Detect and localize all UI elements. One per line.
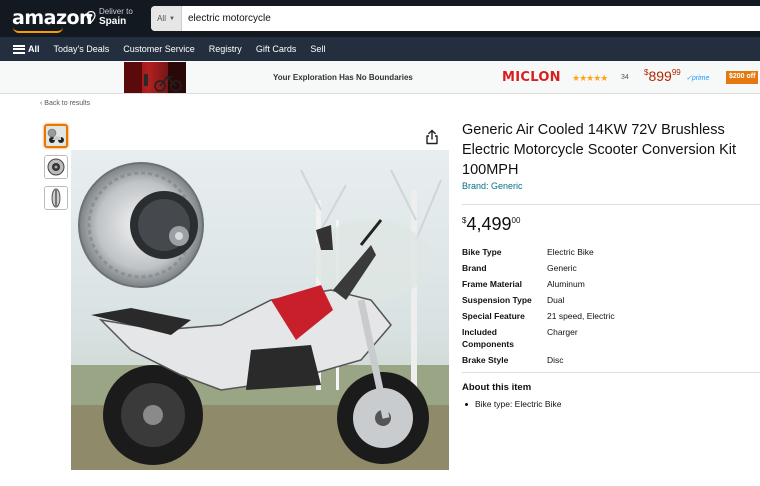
star-rating-icon[interactable]: ★★★★★ [572, 73, 608, 84]
nav-gift-cards[interactable]: Gift Cards [256, 44, 297, 54]
sub-nav-bar: All Today's Deals Customer Service Regis… [0, 37, 760, 61]
amazon-logo-smile [13, 27, 63, 33]
divider [462, 372, 760, 373]
search-category-label: All [157, 14, 166, 23]
search-bar: All ▼ [151, 6, 760, 31]
brand-link[interactable]: Brand: Generic [462, 181, 523, 191]
spec-value: Charger [547, 327, 578, 337]
spec-value: Dual [547, 295, 565, 305]
product-title: Generic Air Cooled 14KW 72V Brushless El… [462, 122, 736, 178]
chevron-down-icon: ▼ [168, 15, 175, 22]
thumbnail-3-image [45, 187, 67, 209]
share-icon[interactable] [424, 129, 440, 145]
spec-label: Special Feature [462, 311, 525, 321]
sponsored-banner[interactable]: Your Exploration Has No Boundaries MICLO… [0, 61, 760, 94]
ad-price-whole: 899 [648, 68, 672, 84]
ad-coupon-badge[interactable]: $200 off [726, 71, 759, 84]
ad-tagline: Your Exploration Has No Boundaries [273, 73, 413, 82]
price-whole: 4,499 [466, 214, 512, 234]
prime-badge: ✓prime [686, 75, 710, 82]
motorcycle-illustration [71, 150, 449, 470]
thumbnail-2[interactable] [44, 155, 68, 179]
spec-label: Bike Type [462, 247, 502, 257]
nav-all-label: All [28, 44, 40, 54]
about-bullet-text: Bike type: Electric Bike [475, 399, 562, 409]
spec-value: Disc [547, 355, 564, 365]
price-fraction: 00 [511, 216, 521, 225]
deliver-to-location: Spain [99, 16, 127, 27]
ad-price-fraction: 99 [671, 68, 681, 77]
spec-label: Brand [462, 263, 487, 273]
top-nav-bar: amazon Deliver to Spain All ▼ [0, 0, 760, 37]
ad-product-image[interactable] [124, 62, 186, 93]
spec-label: Frame Material [462, 279, 522, 289]
ad-rating-count[interactable]: 34 [621, 74, 629, 81]
spec-value: Electric Bike [547, 247, 594, 257]
thumbnail-1[interactable] [44, 124, 68, 148]
nav-registry[interactable]: Registry [209, 44, 242, 54]
amazon-logo[interactable]: amazon [12, 7, 93, 29]
product-price: $4,49900 [462, 214, 520, 235]
thumbnail-3[interactable] [44, 186, 68, 210]
thumbnail-2-image [45, 156, 67, 178]
spec-label: Brake Style [462, 355, 509, 365]
spec-label: Included Components [462, 327, 514, 349]
spec-value: Generic [547, 263, 577, 273]
search-input[interactable] [182, 7, 742, 30]
nav-sell[interactable]: Sell [310, 44, 325, 54]
about-bullet: Bike type: Electric Bike [462, 399, 561, 409]
price-symbol: $ [462, 216, 467, 225]
nav-customer-service[interactable]: Customer Service [123, 44, 195, 54]
deliver-to-button[interactable]: Deliver to Spain [86, 7, 133, 27]
back-to-results-link[interactable]: ‹ Back to results [40, 100, 90, 107]
divider [462, 204, 760, 205]
spec-value: Aluminum [547, 279, 585, 289]
ad-brand-logo[interactable]: MICLON [502, 70, 561, 85]
search-category-dropdown[interactable]: All ▼ [151, 6, 182, 31]
thumbnail-1-image [46, 126, 66, 146]
ad-price: $89999 [644, 68, 681, 86]
spec-value: 21 speed, Electric [547, 311, 615, 321]
spec-label: Suspension Type [462, 295, 532, 305]
about-heading: About this item [462, 382, 532, 393]
bullet-dot-icon [465, 402, 468, 406]
hamburger-icon [13, 44, 25, 54]
nav-todays-deals[interactable]: Today's Deals [54, 44, 110, 54]
main-product-image[interactable] [71, 150, 449, 470]
location-pin-icon [86, 11, 96, 23]
nav-all-menu[interactable]: All [13, 44, 40, 54]
